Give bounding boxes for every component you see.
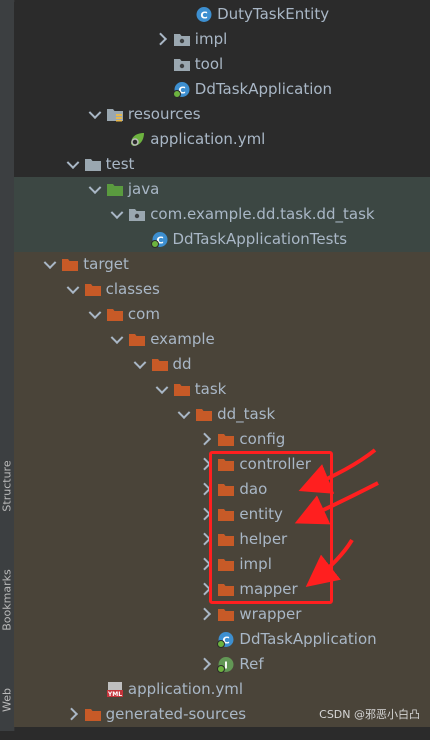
tree-node-label: com.example.dd.task.dd_task [150, 205, 375, 223]
web-tab-label: Web [0, 688, 14, 712]
spring-class-icon: C [217, 631, 235, 648]
orange-folder-icon [84, 706, 102, 723]
chevron-down-icon[interactable] [110, 331, 124, 345]
orange-folder-icon [217, 431, 235, 448]
tree-node[interactable]: task [14, 377, 430, 402]
chevron-right-icon[interactable] [198, 432, 212, 446]
tree-node-label: test [105, 155, 135, 173]
orange-folder-icon [195, 406, 213, 423]
tree-node[interactable]: application.yml [14, 127, 430, 152]
tree-node[interactable]: com.example.dd.task.dd_task [14, 202, 430, 227]
tree-node-label: application.yml [127, 680, 244, 698]
package-icon [173, 56, 191, 73]
project-tree: C DutyTaskEntity impl tool C DdTaskApplicatio… [14, 0, 430, 731]
tree-node-label: tool [194, 55, 224, 73]
orange-folder-icon [128, 331, 146, 348]
chevron-right-icon[interactable] [64, 707, 78, 721]
tree-node[interactable]: C DdTaskApplication [14, 627, 430, 652]
yml-file-icon: YML [106, 681, 124, 698]
chevron-down-icon[interactable] [133, 356, 146, 370]
tree-node[interactable]: dd [14, 352, 430, 377]
chevron-down-icon[interactable] [43, 256, 57, 270]
tree-node-label: classes [105, 280, 160, 298]
orange-folder-icon [84, 281, 102, 298]
gray-folder-icon [84, 156, 102, 173]
tree-node[interactable]: I Ref [14, 652, 430, 677]
tree-node[interactable]: C DdTaskApplication [14, 77, 430, 102]
tree-node[interactable]: impl [14, 27, 430, 52]
chevron-down-icon[interactable] [88, 306, 102, 320]
tree-node-label: task [194, 380, 227, 398]
tree-node-label: com [127, 305, 160, 323]
tree-node[interactable]: java [14, 177, 430, 202]
tree-node[interactable]: example [14, 327, 430, 352]
tree-node-label: DutyTaskEntity [217, 5, 330, 23]
tree-node-label: wrapper [239, 605, 302, 623]
orange-folder-icon [151, 356, 169, 373]
tree-node-label: DdTaskApplication [239, 630, 377, 648]
tree-node-label: generated-sources [105, 705, 247, 723]
spring-class-icon: C [172, 81, 191, 98]
chevron-right-icon[interactable] [198, 607, 212, 621]
tree-node[interactable]: C DdTaskApplicationTests [14, 227, 430, 252]
tree-node-label: DdTaskApplicationTests [172, 230, 348, 248]
tree-node[interactable]: C DutyTaskEntity [14, 2, 430, 27]
tree-node-label: Ref [239, 655, 264, 673]
chevron-right-icon[interactable] [198, 657, 212, 671]
highlight-box [209, 451, 333, 604]
tree-node[interactable]: config [14, 427, 430, 452]
side-tool-strip: Structure Bookmarks Web [0, 0, 15, 731]
spring-config-icon [128, 131, 146, 148]
java-class-icon: C [195, 6, 213, 23]
structure-tab-label: Structure [0, 460, 14, 512]
tree-node[interactable]: dd_task [14, 402, 430, 427]
chevron-down-icon[interactable] [155, 381, 169, 395]
tree-node[interactable]: resources [14, 102, 430, 127]
chevron-down-icon[interactable] [177, 406, 191, 420]
tree-node-label: config [239, 430, 286, 448]
tree-node[interactable]: target [14, 252, 430, 277]
package-icon [128, 206, 146, 223]
orange-folder-icon [61, 256, 79, 273]
tree-node-label: target [83, 255, 129, 273]
tree-node-label: application.yml [150, 130, 266, 148]
svg-text:YML: YML [107, 691, 122, 698]
chevron-down-icon[interactable] [88, 181, 102, 195]
test-root-folder-icon [106, 181, 124, 198]
chevron-down-icon[interactable] [110, 206, 124, 220]
tree-node-label: dd_task [217, 405, 276, 423]
chevron-right-icon[interactable] [154, 32, 167, 46]
tree-node-label: dd [172, 355, 192, 373]
tree-node[interactable]: wrapper [14, 602, 430, 627]
tree-node[interactable]: test [14, 152, 430, 177]
tree-node[interactable]: com [14, 302, 430, 327]
orange-folder-icon [173, 381, 191, 398]
chevron-down-icon[interactable] [66, 281, 79, 295]
interface-icon: I [217, 656, 235, 673]
tree-node-label: resources [127, 105, 201, 123]
package-icon [173, 31, 191, 48]
tree-node[interactable]: YML application.yml [14, 677, 430, 702]
chevron-down-icon[interactable] [88, 106, 102, 120]
tree-node-label: DdTaskApplication [194, 80, 333, 98]
bookmarks-tab-label: Bookmarks [0, 569, 14, 631]
orange-folder-icon [106, 306, 124, 323]
chevron-down-icon[interactable] [66, 156, 79, 170]
tree-node-label: example [150, 330, 215, 348]
resources-folder-icon [106, 106, 124, 123]
tree-node-label: java [127, 180, 160, 198]
tree-node-label: impl [194, 30, 228, 48]
orange-folder-icon [217, 606, 235, 623]
watermark: CSDN @邪恶小白凸 [319, 708, 420, 721]
tree-node[interactable]: tool [14, 52, 430, 77]
tree-node[interactable]: classes [14, 277, 430, 302]
spring-class-icon: C [150, 231, 169, 248]
svg-text:C: C [200, 11, 207, 22]
